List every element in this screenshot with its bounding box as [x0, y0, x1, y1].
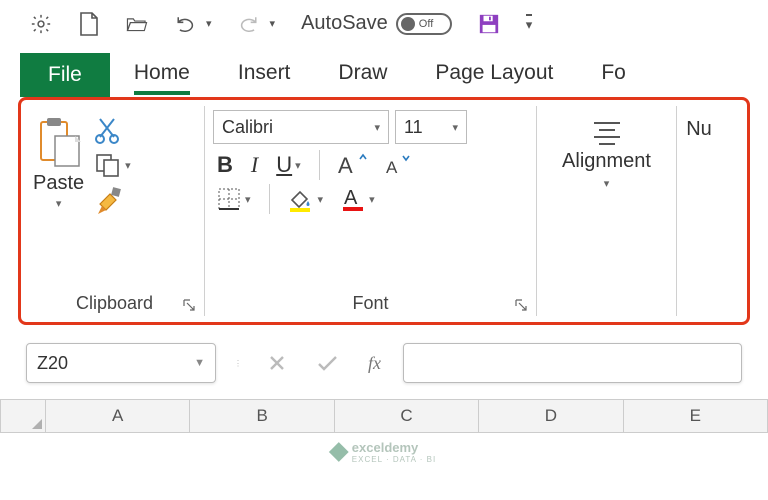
borders-button[interactable]: ▾	[217, 187, 251, 211]
watermark-sub: EXCEL · DATA · BI	[352, 455, 436, 464]
tab-formulas[interactable]: Fo	[577, 51, 650, 97]
column-headers: A B C D E	[0, 399, 768, 433]
shrink-font-icon: A	[386, 153, 412, 177]
clipboard-launcher-icon[interactable]	[182, 298, 196, 312]
copy-icon	[94, 152, 122, 178]
cell-reference: Z20	[37, 353, 68, 374]
autosave-toggle[interactable]: Off	[396, 13, 452, 35]
new-file-icon[interactable]	[78, 13, 100, 35]
col-header[interactable]: E	[624, 399, 768, 433]
open-folder-icon[interactable]	[126, 13, 148, 35]
chevron-down-icon: ▾	[452, 121, 458, 134]
chevron-down-icon[interactable]: ▼	[194, 357, 205, 369]
cancel-formula-button[interactable]	[260, 354, 294, 372]
redo-dropdown-icon[interactable]: ▾	[270, 17, 276, 30]
grow-font-icon: A	[338, 153, 368, 177]
font-size-value: 11	[404, 117, 423, 138]
insert-function-button[interactable]: fx	[360, 353, 389, 374]
formula-bar: Z20 ▼ ⋮ fx	[0, 325, 768, 393]
underline-button[interactable]: U▾	[276, 152, 300, 178]
tab-page-layout[interactable]: Page Layout	[411, 51, 577, 97]
svg-text:A: A	[344, 187, 358, 209]
font-color-icon: A	[341, 186, 365, 212]
format-painter-icon	[94, 186, 124, 218]
bold-button[interactable]: B	[217, 152, 233, 178]
clipboard-group-label: Clipboard	[76, 293, 153, 314]
cut-icon	[94, 116, 120, 144]
alignment-button[interactable]: Alignment ▾	[545, 110, 668, 190]
col-header[interactable]: D	[479, 399, 623, 433]
undo-icon[interactable]	[174, 13, 196, 35]
separator	[319, 150, 320, 180]
tab-insert[interactable]: Insert	[214, 51, 315, 97]
autosave-state: Off	[419, 18, 433, 30]
save-icon[interactable]	[478, 13, 500, 35]
group-alignment: Alignment ▾	[537, 106, 677, 316]
svg-text:A: A	[338, 153, 353, 177]
align-center-icon	[590, 118, 624, 146]
tab-draw[interactable]: Draw	[314, 51, 411, 97]
undo-dropdown-icon[interactable]: ▾	[206, 17, 212, 30]
borders-icon	[217, 187, 241, 211]
font-color-button[interactable]: A ▾	[341, 186, 375, 212]
ribbon-tabs: File Home Insert Draw Page Layout Fo	[0, 45, 768, 97]
chevron-down-icon: ▾	[295, 159, 301, 172]
chevron-down-icon: ▾	[318, 193, 324, 206]
paste-icon	[35, 114, 83, 170]
toggle-knob-icon	[401, 17, 415, 31]
watermark-logo-icon	[329, 442, 349, 462]
shrink-font-button[interactable]: A	[386, 153, 412, 177]
font-size-combo[interactable]: 11 ▾	[395, 110, 467, 144]
copy-button[interactable]: ▾	[94, 152, 131, 178]
tab-home[interactable]: Home	[110, 51, 214, 97]
font-launcher-icon[interactable]	[514, 298, 528, 312]
font-name-value: Calibri	[222, 117, 273, 138]
cut-button[interactable]	[94, 116, 131, 144]
group-font: Calibri ▾ 11 ▾ B I U▾ A A ▾	[205, 106, 537, 316]
enter-formula-button[interactable]	[308, 354, 346, 372]
col-header[interactable]: C	[335, 399, 479, 433]
col-header[interactable]: B	[190, 399, 334, 433]
alignment-label: Alignment	[562, 150, 651, 173]
name-box[interactable]: Z20 ▼	[26, 343, 216, 383]
watermark-brand: exceldemy	[352, 440, 436, 455]
autosave-label: AutoSave	[301, 12, 388, 35]
copy-dropdown-icon[interactable]: ▾	[125, 159, 131, 172]
select-all-corner[interactable]	[0, 399, 46, 433]
paste-dropdown-icon[interactable]: ▾	[56, 197, 62, 210]
chevron-down-icon: ▾	[374, 121, 380, 134]
formula-input[interactable]	[403, 343, 742, 383]
format-painter-button[interactable]	[94, 186, 131, 218]
paste-button[interactable]: Paste ▾	[33, 110, 84, 210]
chevron-down-icon: ▾	[245, 193, 251, 206]
number-label: Nu	[686, 118, 712, 141]
autosave-control[interactable]: AutoSave Off	[301, 12, 452, 35]
group-clipboard: Paste ▾ ▾ Clipboard	[25, 106, 205, 316]
tab-file[interactable]: File	[20, 53, 110, 97]
col-header[interactable]: A	[46, 399, 190, 433]
font-group-label: Font	[352, 293, 388, 314]
paste-label: Paste	[33, 172, 84, 195]
italic-button[interactable]: I	[251, 152, 258, 178]
alignment-dropdown-icon[interactable]: ▾	[604, 177, 610, 190]
qat-customize-icon[interactable]: ▾	[526, 14, 533, 33]
chevron-down-icon: ▾	[369, 193, 375, 206]
group-number: Nu	[677, 106, 721, 316]
font-name-combo[interactable]: Calibri ▾	[213, 110, 389, 144]
fill-color-button[interactable]: ▾	[288, 186, 324, 212]
drag-handle-icon[interactable]: ⋮	[230, 359, 246, 368]
watermark: exceldemy EXCEL · DATA · BI	[332, 440, 436, 464]
redo-icon[interactable]	[238, 13, 260, 35]
grow-font-button[interactable]: A	[338, 153, 368, 177]
options-gear-icon[interactable]	[30, 13, 52, 35]
fill-color-icon	[288, 186, 314, 212]
svg-text:A: A	[386, 158, 398, 177]
ribbon-home: Paste ▾ ▾ Clipboard	[18, 97, 750, 325]
quick-access-toolbar: ▾ ▾ AutoSave Off ▾	[0, 0, 768, 45]
separator	[269, 184, 270, 214]
